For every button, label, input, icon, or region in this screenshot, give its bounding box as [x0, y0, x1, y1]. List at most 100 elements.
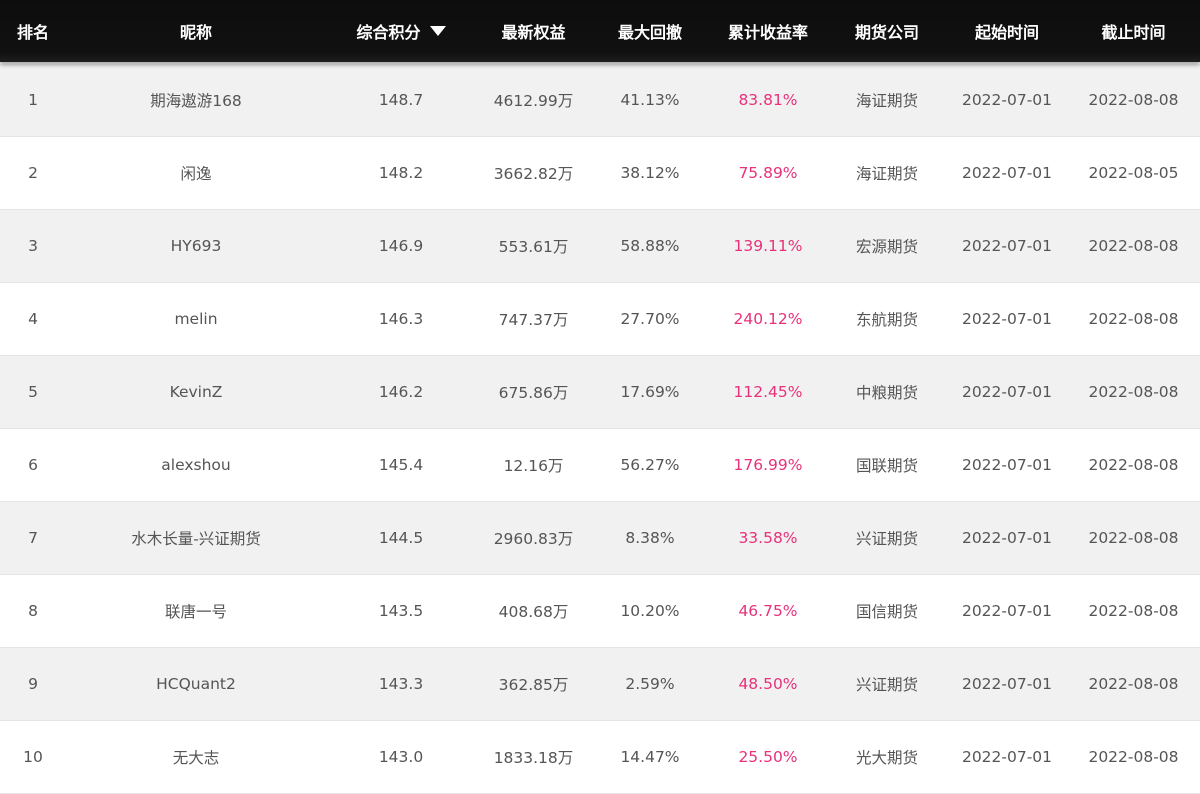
drawdown-cell: 2.59%: [625, 675, 675, 693]
end-date-cell: 2022-08-08: [1088, 383, 1179, 401]
nickname-cell: 无大志: [172, 749, 220, 767]
end-date-cell: 2022-08-08: [1088, 748, 1179, 766]
nickname-cell: melin: [174, 310, 218, 328]
firm-cell: 海证期货: [855, 165, 918, 183]
end-date-cell: 2022-08-08: [1088, 91, 1179, 109]
score-cell: 146.3: [378, 310, 424, 328]
start-date-cell: 2022-07-01: [961, 529, 1053, 547]
drawdown-cell: 8.38%: [625, 529, 675, 547]
end-date-cell: 2022-08-08: [1088, 602, 1179, 620]
equity-cell: 12.16万: [503, 457, 564, 475]
return-cell: 139.11%: [733, 237, 803, 255]
nickname-cell: alexshou: [161, 456, 231, 474]
score-cell: 148.2: [378, 164, 424, 182]
nickname-cell: 期海遨游168: [150, 92, 242, 110]
equity-cell: 2960.83万: [493, 530, 574, 548]
score-cell: 146.9: [378, 237, 424, 255]
start-date-cell: 2022-07-01: [961, 164, 1053, 182]
drawdown-cell: 17.69%: [620, 383, 680, 401]
start-date-cell: 2022-07-01: [961, 383, 1053, 401]
rank-cell: 2: [28, 164, 38, 182]
table-row[interactable]: 1 期海遨游168 148.7 4612.99万 41.13% 83.81% 海证期货 202…: [0, 64, 1200, 137]
header-end: 截止时间: [1101, 23, 1166, 42]
header-equity: 最新权益: [501, 23, 566, 42]
header-nickname: 昵称: [179, 23, 212, 42]
table-row[interactable]: 5 KevinZ 146.2 675.86万 17.69% 112.45% 中粮期货 2022…: [0, 356, 1200, 429]
score-cell: 144.5: [378, 529, 424, 547]
rank-cell: 6: [28, 456, 38, 474]
table-row[interactable]: 3 HY693 146.9 553.61万 58.88% 139.11% 宏源期货 2022-…: [0, 210, 1200, 283]
firm-cell: 国联期货: [855, 457, 918, 475]
table-row[interactable]: 4 melin 146.3 747.37万 27.70% 240.12% 东航期货 2022-…: [0, 283, 1200, 356]
equity-cell: 3662.82万: [493, 165, 574, 183]
end-date-cell: 2022-08-05: [1088, 164, 1179, 182]
header-rank: 排名: [16, 23, 49, 42]
nickname-cell: KevinZ: [169, 383, 223, 401]
header-score[interactable]: 综合积分: [326, 19, 476, 43]
start-date-cell: 2022-07-01: [961, 748, 1053, 766]
nickname-cell: 联唐一号: [164, 603, 227, 621]
rank-cell: 4: [28, 310, 38, 328]
nickname-cell: HY693: [170, 237, 222, 255]
equity-cell: 1833.18万: [493, 749, 574, 767]
rank-cell: 3: [28, 237, 38, 255]
rank-cell: 8: [28, 602, 38, 620]
firm-cell: 宏源期货: [855, 238, 918, 256]
header-score-label[interactable]: 综合积分: [356, 19, 420, 43]
equity-cell: 408.68万: [498, 603, 569, 621]
firm-cell: 东航期货: [855, 311, 918, 329]
rank-cell: 1: [28, 91, 38, 109]
score-cell: 148.7: [378, 91, 424, 109]
start-date-cell: 2022-07-01: [961, 675, 1053, 693]
table-row[interactable]: 6 alexshou 145.4 12.16万 56.27% 176.99% 国联期货 202…: [0, 429, 1200, 502]
start-date-cell: 2022-07-01: [961, 91, 1053, 109]
equity-cell: 553.61万: [498, 238, 569, 256]
firm-cell: 中粮期货: [855, 384, 918, 402]
header-start: 起始时间: [974, 23, 1039, 42]
drawdown-cell: 41.13%: [620, 91, 680, 109]
firm-cell: 光大期货: [855, 749, 918, 767]
start-date-cell: 2022-07-01: [961, 237, 1053, 255]
score-cell: 146.2: [378, 383, 424, 401]
rank-cell: 9: [28, 675, 38, 693]
firm-cell: 海证期货: [855, 92, 918, 110]
firm-cell: 兴证期货: [855, 676, 918, 694]
table-row[interactable]: 8 联唐一号 143.5 408.68万 10.20% 46.75% 国信期货 2022-07…: [0, 575, 1200, 648]
end-date-cell: 2022-08-08: [1088, 675, 1179, 693]
table-header: 排名 昵称 综合积分 最新权益 最大回撤 累计收益率 期货公司 起始时间 截止时…: [0, 0, 1200, 62]
table-row[interactable]: 9 HCQuant2 143.3 362.85万 2.59% 48.50% 兴证期货 2022…: [0, 648, 1200, 721]
table-row[interactable]: 7 水木长量-兴证期货 144.5 2960.83万 8.38% 33.58% 兴证期货 20…: [0, 502, 1200, 575]
rank-cell: 5: [28, 383, 38, 401]
return-cell: 83.81%: [738, 91, 798, 109]
return-cell: 25.50%: [738, 748, 798, 766]
nickname-cell: 水木长量-兴证期货: [131, 530, 261, 548]
header-firm: 期货公司: [854, 23, 919, 42]
score-cell: 145.4: [378, 456, 424, 474]
equity-cell: 4612.99万: [493, 92, 574, 110]
equity-cell: 747.37万: [498, 311, 569, 329]
table-row[interactable]: 2 闲逸 148.2 3662.82万 38.12% 75.89% 海证期货 2022-07-…: [0, 137, 1200, 210]
rank-cell: 10: [23, 748, 43, 766]
return-cell: 33.58%: [738, 529, 798, 547]
start-date-cell: 2022-07-01: [961, 602, 1053, 620]
return-cell: 75.89%: [738, 164, 798, 182]
return-cell: 112.45%: [733, 383, 803, 401]
header-return: 累计收益率: [727, 23, 808, 42]
score-cell: 143.5: [378, 602, 424, 620]
firm-cell: 兴证期货: [855, 530, 918, 548]
nickname-cell: HCQuant2: [156, 675, 236, 693]
return-cell: 240.12%: [733, 310, 803, 328]
score-cell: 143.3: [378, 675, 424, 693]
return-cell: 46.75%: [738, 602, 798, 620]
table-row[interactable]: 10 无大志 143.0 1833.18万 14.47% 25.50% 光大期货 2022-0…: [0, 721, 1200, 794]
return-cell: 48.50%: [738, 675, 798, 693]
return-cell: 176.99%: [733, 456, 803, 474]
score-cell: 143.0: [378, 748, 424, 766]
drawdown-cell: 56.27%: [620, 456, 680, 474]
drawdown-cell: 14.47%: [620, 748, 680, 766]
end-date-cell: 2022-08-08: [1088, 456, 1179, 474]
end-date-cell: 2022-08-08: [1088, 529, 1179, 547]
equity-cell: 362.85万: [498, 676, 569, 694]
firm-cell: 国信期货: [855, 603, 918, 621]
caret-down-icon[interactable]: [429, 26, 446, 36]
